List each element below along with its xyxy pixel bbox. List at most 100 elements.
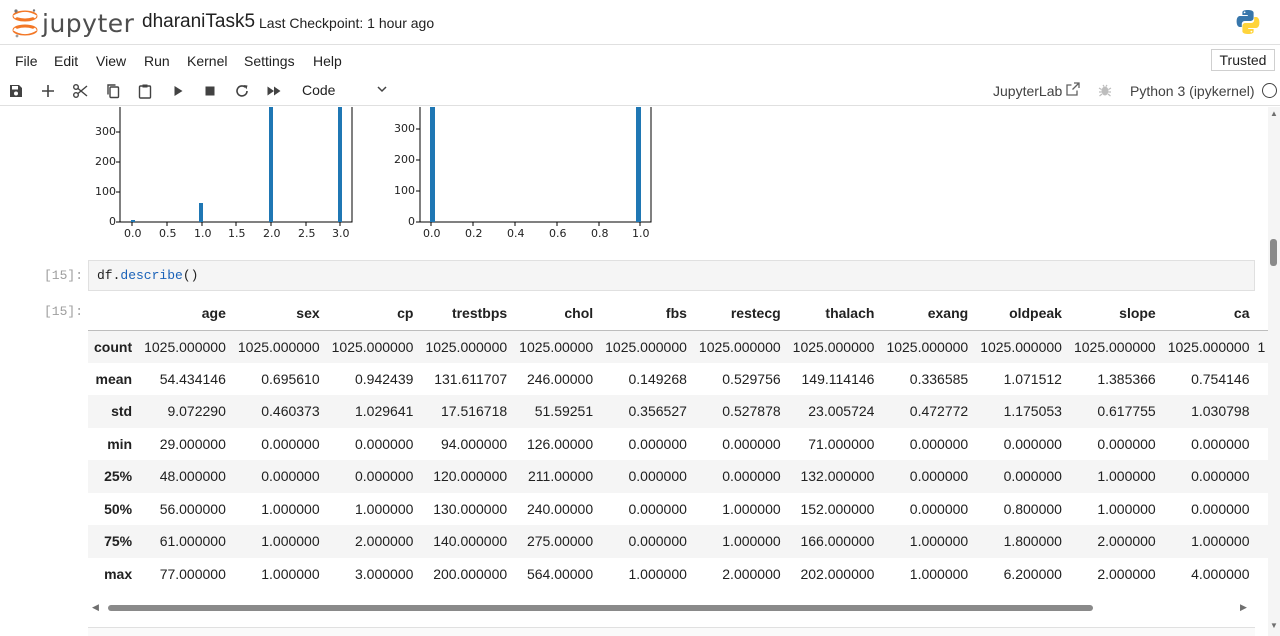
vertical-scroll-thumb[interactable] [1270, 239, 1277, 266]
table-cell: 0.000000 [1097, 435, 1156, 452]
horizontal-scrollbar[interactable]: ◀ ▶ [88, 602, 1255, 614]
logo-text: jupyter [42, 8, 135, 38]
scroll-down-icon[interactable]: ▼ [1270, 621, 1278, 630]
add-cell-button[interactable] [38, 81, 58, 101]
menu-view[interactable]: View [96, 53, 126, 69]
table-cell: 71.000000 [808, 435, 875, 452]
table-cell: 1025.00000 [519, 338, 594, 355]
menu-kernel[interactable]: Kernel [187, 53, 227, 69]
table-cell: 1.030798 [1191, 403, 1250, 420]
cut-button[interactable] [70, 81, 90, 101]
menu-file[interactable]: File [15, 53, 38, 69]
menu-help[interactable]: Help [313, 53, 342, 69]
trusted-indicator[interactable]: Trusted [1211, 49, 1275, 71]
table-cell: 1.000000 [628, 565, 687, 582]
table-cell: 132.000000 [800, 468, 875, 485]
table-header-row: age sex cp trestbps chol fbs restecg tha… [88, 297, 1268, 331]
right-bar-1 [636, 107, 641, 222]
scroll-right-icon[interactable]: ▶ [1240, 602, 1247, 613]
right-y-tick: 300 [394, 122, 415, 135]
stop-button[interactable] [200, 81, 220, 101]
left-x-tick: 2.0 [263, 227, 281, 240]
save-button[interactable] [6, 81, 26, 101]
table-cell: 54.434146 [159, 370, 226, 387]
vertical-scrollbar[interactable]: ▲ ▼ [1268, 107, 1280, 636]
code-text[interactable]: df.describe() [97, 268, 198, 283]
code-method: describe [120, 268, 183, 283]
right-y-tick: 0 [408, 215, 415, 228]
column-header: exang [880, 297, 975, 331]
table-cell: 77.000000 [159, 565, 226, 582]
column-header: slope [1067, 297, 1162, 331]
external-link-icon[interactable] [1065, 81, 1081, 97]
restart-button[interactable] [232, 81, 252, 101]
debugger-bug-icon[interactable] [1097, 82, 1113, 98]
paste-button[interactable] [135, 81, 155, 101]
table-cell: 2.000000 [1097, 565, 1156, 582]
table-cell: 1025.000000 [331, 338, 414, 355]
jupyterlab-link[interactable]: JupyterLab [993, 83, 1062, 99]
table-cell: 0.527878 [722, 403, 781, 420]
output-prompt: [15]: [44, 304, 84, 319]
table-cell: 23.005724 [808, 403, 875, 420]
table-cell: 1.000000 [722, 500, 781, 517]
table-row: min 29.000000 0.000000 0.000000 94.000000 126… [88, 427, 1268, 460]
table-cell-overflow: 1 [1257, 338, 1266, 355]
code-cell[interactable]: df.describe() [88, 260, 1255, 291]
save-icon [10, 85, 22, 97]
left-y-tick: 100 [95, 185, 116, 198]
table-cell: 149.114146 [801, 370, 875, 387]
table-cell-overflow [1256, 493, 1269, 526]
table-cell: 1025.000000 [698, 338, 781, 355]
table-cell: 120.000000 [433, 468, 508, 485]
table-cell: 4.000000 [1191, 565, 1250, 582]
kernel-name[interactable]: Python 3 (ipykernel) [1130, 83, 1255, 99]
notebook-content[interactable]: 300 200 100 0 0.0 0.5 1.0 1.5 2.0 2.5 3.… [0, 107, 1268, 636]
restart-run-all-button[interactable] [264, 81, 284, 101]
left-bar-3 [338, 107, 342, 222]
table-cell: 0.000000 [1191, 500, 1250, 517]
menu-settings[interactable]: Settings [244, 53, 295, 69]
left-x-tick: 0.0 [124, 227, 142, 240]
table-cell: 1025.000000 [1167, 338, 1250, 355]
table-cell-overflow [1256, 363, 1269, 396]
table-cell: 0.000000 [1003, 435, 1062, 452]
scroll-left-icon[interactable]: ◀ [92, 602, 99, 613]
table-cell: 1.071512 [1003, 370, 1062, 387]
right-x-tick: 0.2 [465, 227, 483, 240]
right-plot-axes [419, 107, 652, 223]
jupyter-logo[interactable]: jupyter [12, 7, 134, 39]
table-cell: 0.000000 [261, 468, 320, 485]
horizontal-scroll-thumb[interactable] [108, 605, 1093, 611]
table-cell: 1025.000000 [425, 338, 508, 355]
scroll-up-icon[interactable]: ▲ [1270, 109, 1278, 118]
checkpoint-status: Last Checkpoint: 1 hour ago [259, 15, 435, 31]
column-header: fbs [599, 297, 693, 331]
table-cell: 17.516718 [440, 403, 508, 420]
table-row: count 1025.000000 1025.000000 1025.000000 10… [88, 330, 1268, 363]
left-x-ticks [131, 222, 341, 226]
code-args: () [182, 268, 199, 283]
row-label: count [94, 338, 133, 355]
cut-icon [73, 84, 88, 98]
histogram-left [116, 107, 353, 226]
table-cell: 0.000000 [722, 468, 781, 485]
cell-type-select[interactable]: Code [302, 82, 388, 98]
copy-button[interactable] [103, 81, 123, 101]
row-label: 75% [104, 533, 133, 550]
menu-run[interactable]: Run [144, 53, 170, 69]
table-cell: 2.000000 [1097, 533, 1156, 550]
menu-edit[interactable]: Edit [54, 53, 78, 69]
left-x-tick: 1.0 [194, 227, 212, 240]
left-plot-axes [119, 107, 353, 223]
next-cell[interactable] [88, 627, 1255, 636]
describe-table: age sex cp trestbps chol fbs restecg tha… [88, 297, 1268, 590]
table-cell: 0.754146 [1191, 370, 1250, 387]
table-row: mean 54.434146 0.695610 0.942439 131.611707 2… [88, 362, 1269, 396]
table-cell: 0.000000 [355, 435, 414, 452]
table-cell: 0.149268 [628, 370, 687, 387]
notebook-title[interactable]: dharaniTask5 [142, 11, 255, 33]
table-cell: 1025.000000 [980, 338, 1062, 355]
column-header: age [138, 297, 232, 331]
run-button[interactable] [168, 81, 188, 101]
